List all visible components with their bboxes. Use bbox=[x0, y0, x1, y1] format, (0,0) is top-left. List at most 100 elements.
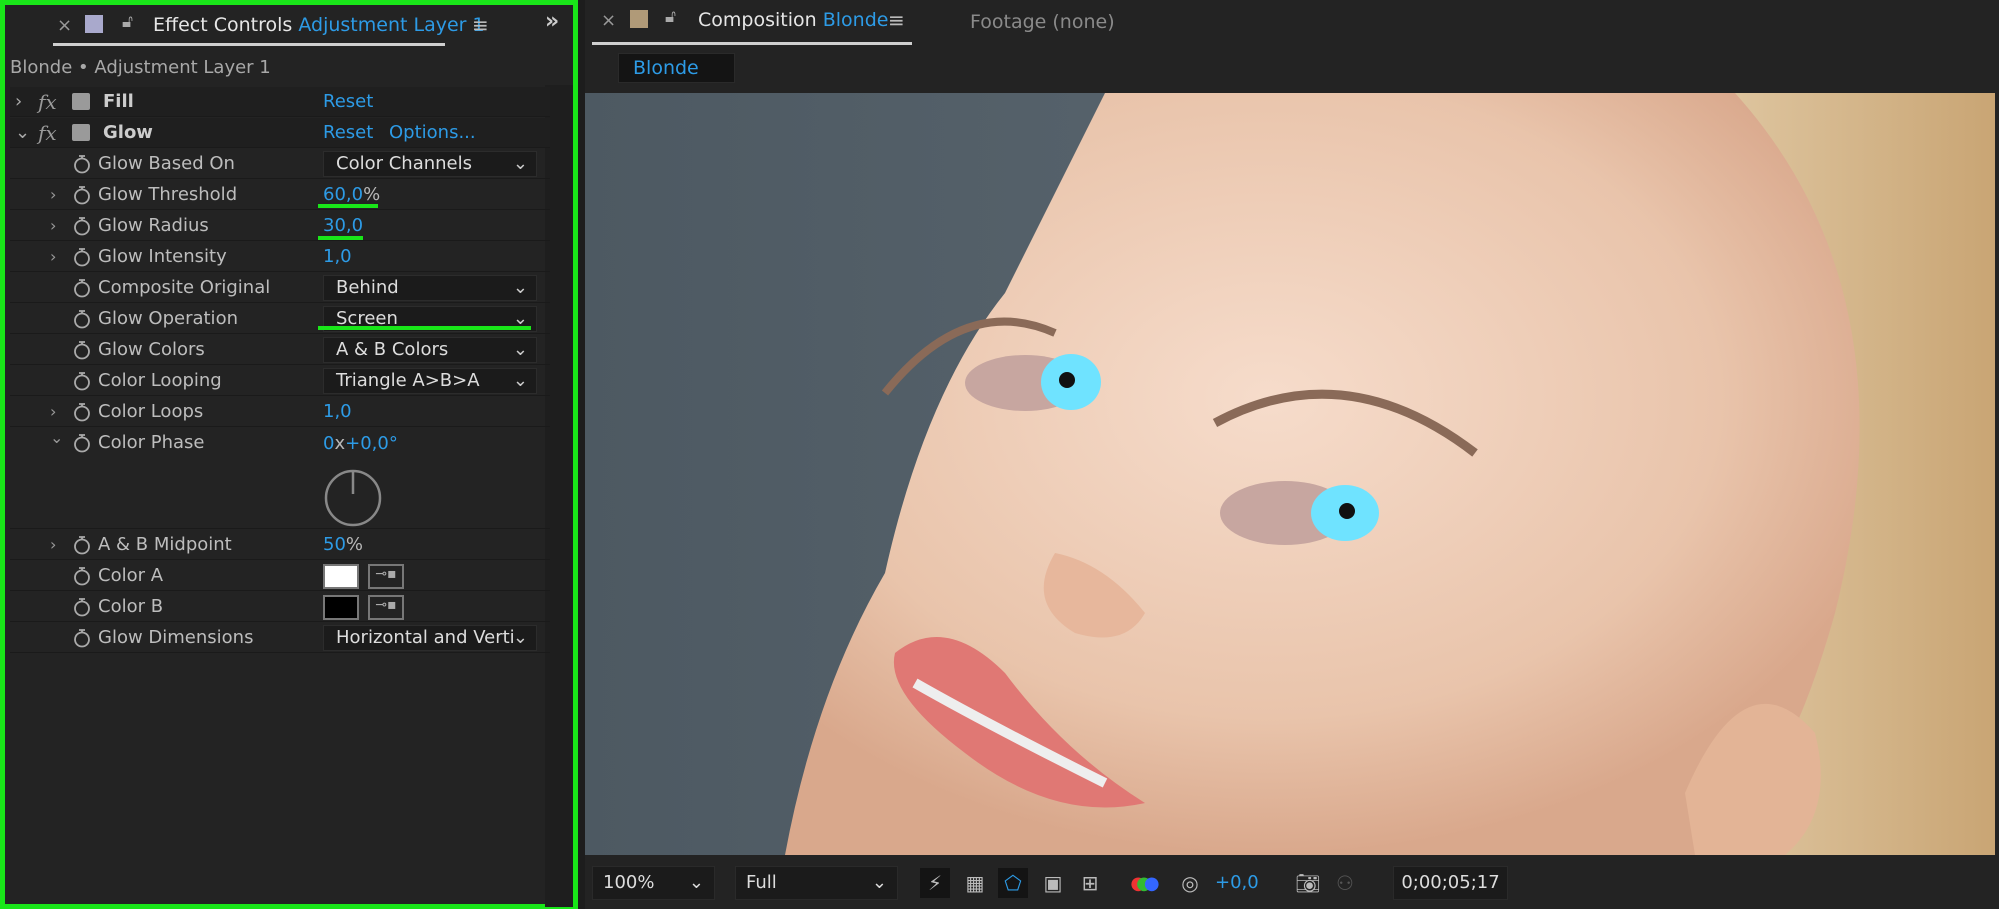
reset-link[interactable]: Reset bbox=[323, 91, 373, 112]
close-tab-icon[interactable]: × bbox=[57, 15, 72, 36]
stopwatch-icon[interactable] bbox=[72, 433, 92, 453]
value-number[interactable]: 1,0 bbox=[323, 246, 352, 267]
stopwatch-icon[interactable] bbox=[72, 278, 92, 298]
chevron-down-icon: ⌄ bbox=[512, 626, 528, 648]
chevron-down-icon[interactable]: ⌄ bbox=[15, 122, 30, 143]
dropdown-value: Color Channels bbox=[336, 152, 472, 174]
lock-icon[interactable]: 🔓︎ bbox=[122, 12, 133, 32]
property-dropdown[interactable]: Horizontal and Verti ⌄ bbox=[323, 624, 537, 651]
viewer-image bbox=[785, 93, 1995, 855]
value-unit: % bbox=[345, 534, 364, 555]
tab-footage[interactable]: Footage (none) bbox=[970, 11, 1115, 33]
fx-toggle-icon[interactable]: fx bbox=[38, 90, 57, 114]
effect-name: Fill bbox=[103, 91, 134, 112]
stopwatch-icon[interactable] bbox=[72, 185, 92, 205]
property-label: Glow Intensity bbox=[98, 246, 227, 267]
chevron-down-icon: ⌄ bbox=[512, 369, 528, 391]
stopwatch-icon[interactable] bbox=[72, 247, 92, 267]
comp-breadcrumb-button[interactable]: Blonde bbox=[618, 53, 735, 83]
breadcrumb: Blonde • Adjustment Layer 1 bbox=[10, 57, 271, 78]
stopwatch-icon[interactable] bbox=[72, 154, 92, 174]
effect-controls-panel: × 🔓︎ Effect Controls Adjustment Layer 1 … bbox=[0, 0, 578, 909]
panel-menu-icon[interactable]: ≡ bbox=[472, 13, 489, 37]
property-label: Color Loops bbox=[98, 401, 204, 422]
property-value[interactable]: 30,0 bbox=[323, 215, 363, 236]
fast-previews-icon[interactable]: ⚡ bbox=[920, 868, 950, 898]
color-swatch[interactable] bbox=[323, 564, 359, 589]
stopwatch-icon[interactable] bbox=[72, 402, 92, 422]
composition-viewer[interactable] bbox=[585, 93, 1995, 855]
exposure-reset-icon[interactable]: ◎ bbox=[1175, 868, 1205, 898]
property-dropdown[interactable]: Color Channels ⌄ bbox=[323, 150, 537, 177]
chevron-right-icon[interactable]: › bbox=[50, 535, 56, 554]
chevron-right-icon[interactable]: › bbox=[50, 185, 56, 204]
dropdown-value: Horizontal and Verti bbox=[336, 626, 515, 648]
property-label: Glow Based On bbox=[98, 153, 235, 174]
close-tab-icon[interactable]: × bbox=[601, 10, 616, 31]
degrees[interactable]: +0,0° bbox=[345, 433, 398, 454]
stopwatch-icon[interactable] bbox=[72, 371, 92, 391]
property-value[interactable]: 1,0 bbox=[323, 246, 352, 267]
highlight-underline bbox=[318, 326, 531, 330]
chevron-right-icon[interactable]: › bbox=[50, 402, 56, 421]
dropdown-value: Triangle A>B>A bbox=[336, 369, 480, 391]
guides-grid-icon[interactable]: ⊞ bbox=[1075, 868, 1105, 898]
tab-effect-controls[interactable]: Effect Controls Adjustment Layer 1 bbox=[153, 14, 485, 36]
timecode[interactable]: 0;00;05;17 bbox=[1393, 866, 1508, 900]
snapshot-camera-icon[interactable]: 📷︎ bbox=[1293, 868, 1323, 898]
effect-row[interactable]: ⌄ fx Glow Reset Options... bbox=[10, 118, 550, 148]
lock-icon[interactable]: 🔓︎ bbox=[665, 7, 676, 27]
angle-dial[interactable] bbox=[323, 468, 383, 528]
chevron-right-icon[interactable]: › bbox=[50, 216, 56, 235]
stopwatch-icon[interactable] bbox=[72, 566, 92, 586]
exposure-value[interactable]: +0,0 bbox=[1215, 872, 1259, 893]
property-dropdown[interactable]: Behind ⌄ bbox=[323, 274, 537, 301]
stopwatch-icon[interactable] bbox=[72, 216, 92, 236]
show-snapshot-icon[interactable]: ⚇ bbox=[1330, 868, 1360, 898]
property-value[interactable]: 0x+0,0° bbox=[323, 433, 398, 454]
eyedropper-icon[interactable]: ⊸▪ bbox=[368, 595, 404, 620]
zoom-dropdown[interactable]: 100% ⌄ bbox=[592, 866, 715, 900]
chevron-down-icon[interactable]: ⌄ bbox=[50, 428, 63, 447]
stopwatch-icon[interactable] bbox=[72, 535, 92, 555]
effect-preset-icon bbox=[72, 93, 90, 110]
resolution-dropdown[interactable]: Full ⌄ bbox=[735, 866, 898, 900]
value-number[interactable]: 60,0 bbox=[323, 184, 363, 205]
mask-visibility-icon[interactable]: ⬠ bbox=[998, 868, 1028, 898]
transparency-grid-icon[interactable]: ▦ bbox=[960, 868, 990, 898]
stopwatch-icon[interactable] bbox=[72, 309, 92, 329]
dropdown-value: A & B Colors bbox=[336, 338, 449, 360]
stopwatch-icon[interactable] bbox=[72, 340, 92, 360]
stopwatch-icon[interactable] bbox=[72, 628, 92, 648]
tab-composition[interactable]: Composition Blonde bbox=[698, 9, 888, 31]
expand-panels-icon[interactable]: » bbox=[545, 9, 559, 34]
eyedropper-icon[interactable]: ⊸▪ bbox=[368, 564, 404, 589]
region-of-interest-icon[interactable]: ▣ bbox=[1038, 868, 1068, 898]
property-row: Color A ⊸▪ bbox=[10, 561, 550, 591]
value-number[interactable]: 50 bbox=[323, 534, 346, 555]
property-value[interactable]: 60,0% bbox=[323, 184, 380, 205]
stopwatch-icon[interactable] bbox=[72, 597, 92, 617]
value-number[interactable]: 1,0 bbox=[323, 401, 352, 422]
property-dropdown[interactable]: A & B Colors ⌄ bbox=[323, 336, 537, 363]
property-label: Glow Threshold bbox=[98, 184, 238, 205]
fx-toggle-icon[interactable]: fx bbox=[38, 121, 57, 145]
property-value[interactable]: 50% bbox=[323, 534, 363, 555]
effect-row[interactable]: › fx Fill Reset bbox=[10, 87, 550, 117]
property-label: Glow Dimensions bbox=[98, 627, 254, 648]
tab-title: Composition bbox=[698, 9, 817, 31]
property-value[interactable]: 1,0 bbox=[323, 401, 352, 422]
chevron-down-icon: ⌄ bbox=[512, 276, 528, 298]
panel-menu-icon[interactable]: ≡ bbox=[888, 8, 905, 32]
property-label: A & B Midpoint bbox=[98, 534, 232, 555]
property-label: Color B bbox=[98, 596, 164, 617]
color-swatch[interactable] bbox=[323, 595, 359, 620]
property-dropdown[interactable]: Triangle A>B>A ⌄ bbox=[323, 367, 537, 394]
revolutions[interactable]: 0 bbox=[323, 433, 334, 454]
value-number[interactable]: 30,0 bbox=[323, 215, 363, 236]
options-link[interactable]: Options... bbox=[389, 122, 476, 143]
reset-link[interactable]: Reset bbox=[323, 122, 373, 143]
chevron-right-icon[interactable]: › bbox=[15, 91, 22, 112]
channel-rgb-icon[interactable]: ● ● ● bbox=[1130, 868, 1160, 898]
chevron-right-icon[interactable]: › bbox=[50, 247, 56, 266]
